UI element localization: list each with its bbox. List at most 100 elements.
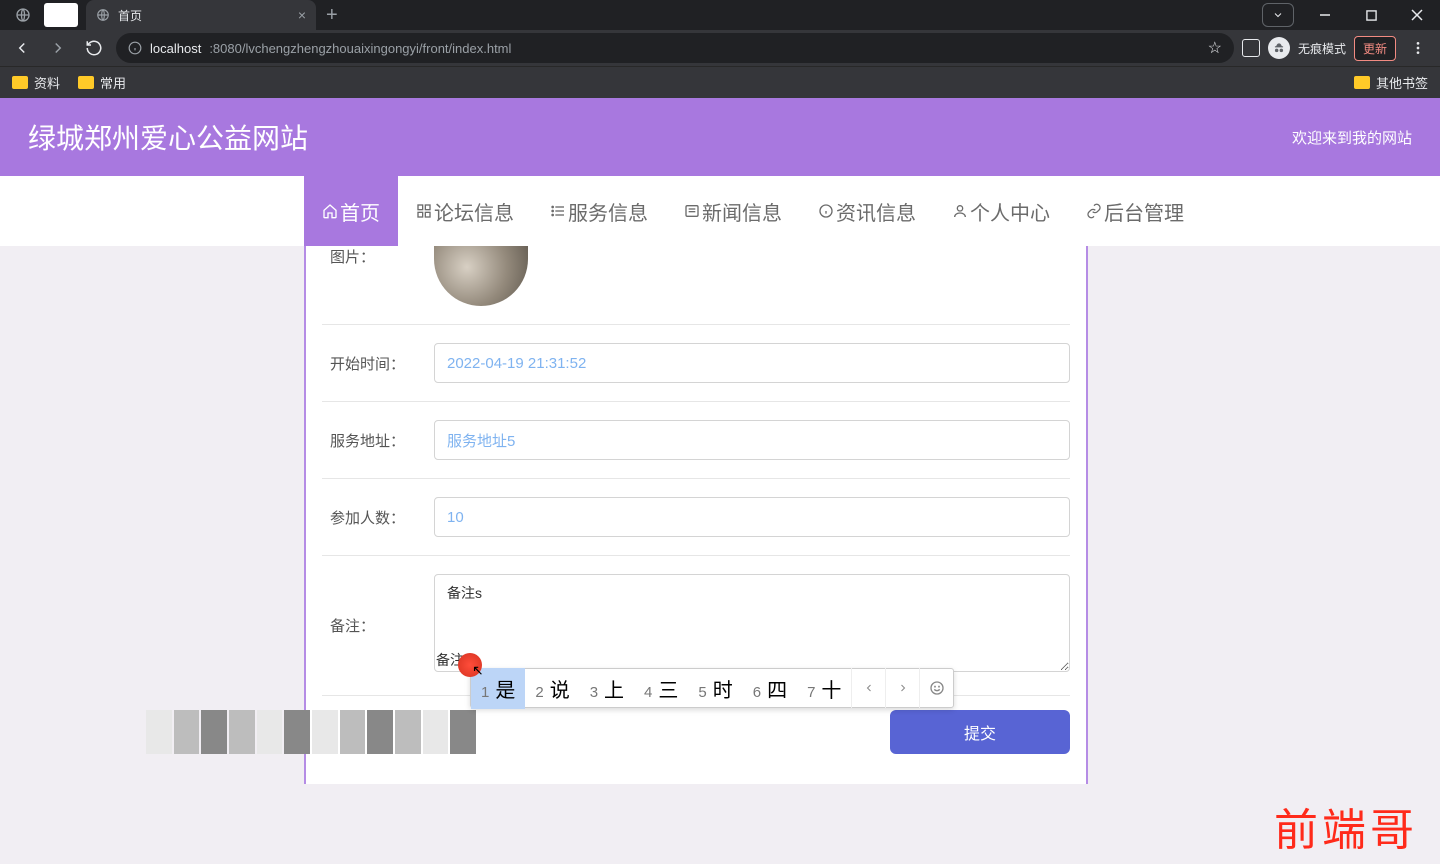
image-preview[interactable] [434, 246, 528, 306]
label-image: 图片： [322, 246, 434, 267]
bookmark-label: 常用 [100, 73, 126, 92]
incognito-label: 无痕模式 [1298, 40, 1346, 57]
cursor-arrow-icon: ↖ [472, 662, 484, 679]
address-input[interactable] [434, 420, 1070, 460]
label-people: 参加人数： [322, 507, 434, 528]
ime-candidate[interactable]: 3上 [580, 668, 634, 709]
nav-label: 新闻信息 [702, 197, 782, 226]
site-title: 绿城郑州爱心公益网站 [28, 117, 308, 157]
extensions-icon[interactable] [1242, 39, 1260, 57]
nav-label: 资讯信息 [836, 197, 916, 226]
tab-strip: 首页 × + [0, 0, 1440, 30]
bookmark-label: 资料 [34, 73, 60, 92]
chrome-menu-button[interactable] [1404, 34, 1432, 62]
ime-word: 上 [604, 674, 624, 703]
chevron-left-icon [863, 682, 875, 694]
chevron-down-icon [1272, 9, 1284, 21]
news-icon [684, 203, 700, 219]
ime-candidate-bar: 1是 2说 3上 4三 5时 6四 7十 [470, 668, 954, 708]
nav-service[interactable]: 服务信息 [532, 176, 666, 246]
link-icon [1086, 203, 1102, 219]
folder-icon [12, 76, 28, 89]
nav-forward-button[interactable] [44, 34, 72, 62]
nav-reload-button[interactable] [80, 34, 108, 62]
ime-num: 4 [644, 684, 652, 701]
list-icon [550, 203, 566, 219]
ime-emoji-button[interactable] [919, 668, 953, 708]
label-remark: 备注： [322, 615, 434, 636]
url-path: :8080/lvchengzhengzhouaixingongyi/front/… [209, 41, 511, 56]
bookmark-folder[interactable]: 资料 [12, 73, 60, 92]
site-banner: 绿城郑州爱心公益网站 欢迎来到我的网站 [0, 98, 1440, 176]
submit-button[interactable]: 提交 [890, 710, 1070, 754]
ime-word: 是 [495, 674, 515, 703]
label-start-time: 开始时间： [322, 353, 434, 374]
ime-candidate[interactable]: 2说 [525, 668, 579, 709]
ime-num: 1 [481, 684, 489, 701]
grid-icon [416, 203, 432, 219]
smile-icon [929, 680, 945, 696]
new-tab-button[interactable]: + [316, 4, 348, 27]
label-address: 服务地址： [322, 430, 434, 451]
nav-info[interactable]: 资讯信息 [800, 176, 934, 246]
chevron-right-icon [897, 682, 909, 694]
browser-tab-active[interactable]: 首页 × [86, 0, 316, 30]
globe-icon [96, 8, 110, 22]
user-icon [952, 203, 968, 219]
ime-num: 7 [807, 684, 815, 701]
nav-home[interactable]: 首页 [304, 176, 398, 246]
blank-tab-icon[interactable] [44, 3, 78, 27]
nav-label: 首页 [340, 197, 380, 226]
tab-close-icon[interactable]: × [298, 7, 306, 23]
main-nav: 首页 论坛信息 服务信息 新闻信息 资讯信息 个人中心 后台管理 [0, 176, 1440, 246]
remark-textarea[interactable] [434, 574, 1070, 672]
ime-candidate[interactable]: 5时 [688, 668, 742, 709]
info-icon [128, 41, 142, 55]
incognito-icon [1268, 37, 1290, 59]
folder-icon [78, 76, 94, 89]
ime-next-button[interactable] [885, 668, 919, 708]
ime-candidate[interactable]: 6四 [743, 668, 797, 709]
bookmarks-bar: 资料 常用 其他书签 [0, 66, 1440, 98]
folder-icon [1354, 76, 1370, 89]
update-button[interactable]: 更新 [1354, 36, 1396, 61]
ime-num: 5 [698, 684, 706, 701]
ime-word: 四 [767, 674, 787, 703]
ime-candidate[interactable]: 7十 [797, 668, 851, 709]
ime-word: 十 [821, 674, 841, 703]
ime-num: 2 [535, 684, 543, 701]
nav-label: 后台管理 [1104, 197, 1184, 226]
window-minimize-button[interactable] [1302, 0, 1348, 30]
ime-word: 三 [658, 674, 678, 703]
bookmark-star-icon[interactable]: ☆ [1208, 38, 1222, 58]
home-icon [322, 203, 338, 219]
redacted-region [146, 710, 476, 754]
nav-news[interactable]: 新闻信息 [666, 176, 800, 246]
bookmark-folder[interactable]: 常用 [78, 73, 126, 92]
nav-forum[interactable]: 论坛信息 [398, 176, 532, 246]
people-input[interactable] [434, 497, 1070, 537]
address-bar[interactable]: localhost:8080/lvchengzhengzhouaixingong… [116, 33, 1234, 63]
bookmark-label: 其他书签 [1376, 73, 1428, 92]
tab-title: 首页 [118, 7, 290, 24]
ime-prev-button[interactable] [851, 668, 885, 708]
globe-icon [6, 3, 40, 27]
ime-num: 6 [753, 684, 761, 701]
welcome-text: 欢迎来到我的网站 [1292, 127, 1412, 148]
nav-user-center[interactable]: 个人中心 [934, 176, 1068, 246]
ime-num: 3 [590, 684, 598, 701]
ime-candidate[interactable]: 4三 [634, 668, 688, 709]
window-close-button[interactable] [1394, 0, 1440, 30]
window-maximize-button[interactable] [1348, 0, 1394, 30]
info-circle-icon [818, 203, 834, 219]
nav-admin[interactable]: 后台管理 [1068, 176, 1202, 246]
watermark-text: 前端哥 [1274, 794, 1418, 858]
nav-label: 服务信息 [568, 197, 648, 226]
nav-label: 论坛信息 [434, 197, 514, 226]
nav-label: 个人中心 [970, 197, 1050, 226]
start-time-input[interactable] [434, 343, 1070, 383]
ime-word: 时 [713, 674, 733, 703]
other-bookmarks[interactable]: 其他书签 [1354, 73, 1428, 92]
nav-back-button[interactable] [8, 34, 36, 62]
tab-list-button[interactable] [1262, 3, 1294, 27]
